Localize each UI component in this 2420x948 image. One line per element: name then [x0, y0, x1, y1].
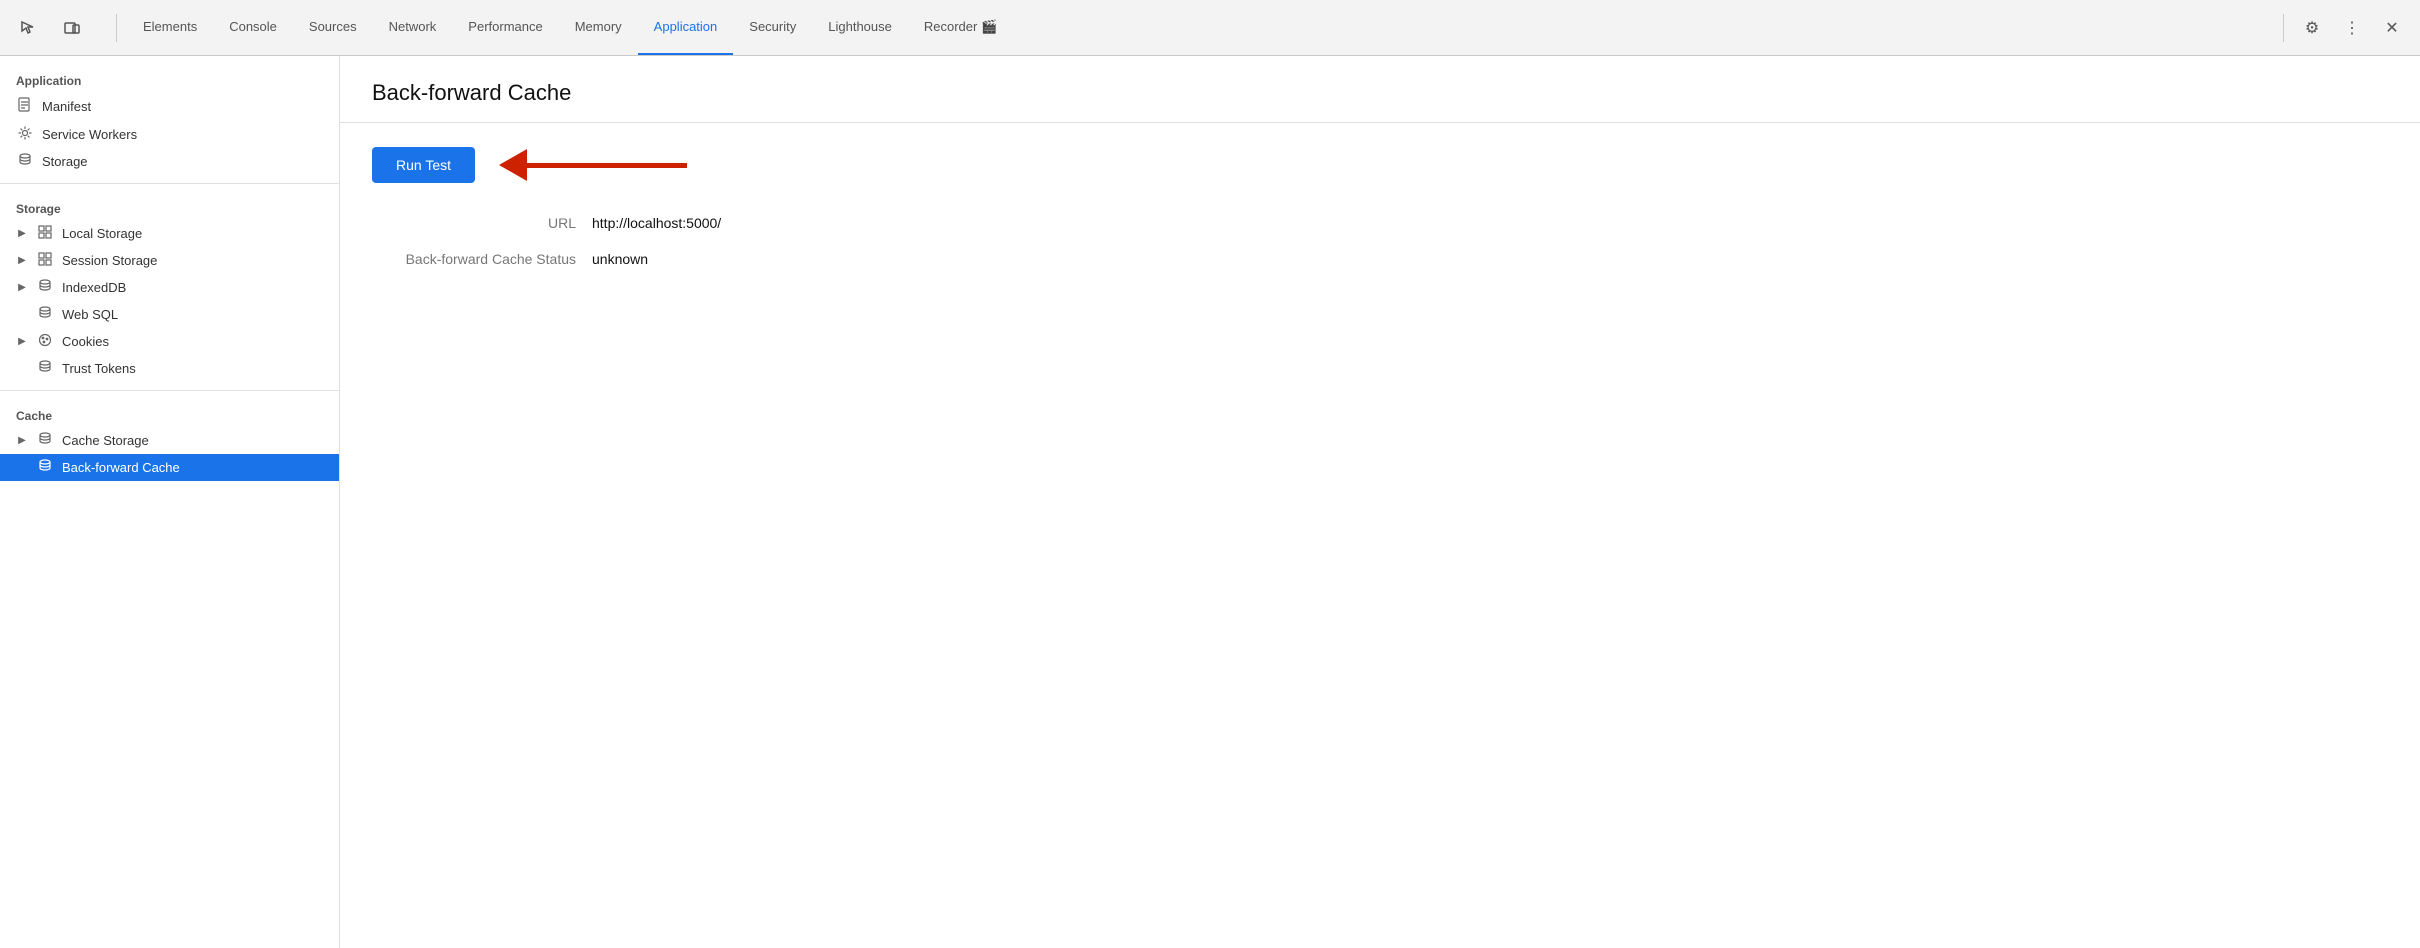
- sidebar-section-cache: Cache: [0, 399, 339, 427]
- content-body: Run Test URL http://localhost:5000/ Back…: [340, 123, 2420, 311]
- db-icon: [36, 360, 54, 377]
- sidebar-item-manifest[interactable]: Manifest: [0, 92, 339, 121]
- toolbar-right: ⚙ ⋮ ✕: [2277, 10, 2410, 46]
- toolbar-divider: [116, 14, 117, 42]
- cache-status-row: Back-forward Cache Status unknown: [372, 251, 2388, 267]
- page-title: Back-forward Cache: [340, 56, 2420, 123]
- sidebar-item-trust-tokens[interactable]: ▶ Trust Tokens: [0, 355, 339, 382]
- toolbar-divider-right: [2283, 14, 2284, 42]
- storage-icon: [16, 153, 34, 170]
- manifest-label: Manifest: [42, 99, 91, 114]
- sidebar-item-local-storage[interactable]: ▶ Local Storage: [0, 220, 339, 247]
- back-forward-cache-label: Back-forward Cache: [62, 460, 180, 475]
- sidebar-item-back-forward-cache[interactable]: ▶ Back-forward Cache: [0, 454, 339, 481]
- sidebar-item-cookies[interactable]: ▶ Cookies: [0, 328, 339, 355]
- url-label: URL: [372, 215, 592, 231]
- sidebar-item-indexeddb[interactable]: ▶ IndexedDB: [0, 274, 339, 301]
- db-icon: [36, 279, 54, 296]
- storage-label: Storage: [42, 154, 88, 169]
- sidebar-item-web-sql[interactable]: ▶ Web SQL: [0, 301, 339, 328]
- divider-2: [0, 390, 339, 391]
- db-icon: [36, 306, 54, 323]
- devtools-toolbar: Elements Console Sources Network Perform…: [0, 0, 2420, 56]
- sidebar-item-cache-storage[interactable]: ▶ Cache Storage: [0, 427, 339, 454]
- gear-icon: [16, 126, 34, 143]
- sidebar-section-storage: Storage: [0, 192, 339, 220]
- settings-button[interactable]: ⚙: [2294, 10, 2330, 46]
- chevron-right-icon: ▶: [16, 228, 28, 239]
- tab-sources[interactable]: Sources: [293, 0, 373, 55]
- run-test-row: Run Test: [372, 147, 2388, 183]
- close-button[interactable]: ✕: [2374, 10, 2410, 46]
- run-test-button[interactable]: Run Test: [372, 147, 475, 183]
- sidebar: Application Manifest Service Workers: [0, 56, 340, 948]
- sidebar-item-session-storage[interactable]: ▶ Session Storage: [0, 247, 339, 274]
- tab-memory[interactable]: Memory: [559, 0, 638, 55]
- trust-tokens-label: Trust Tokens: [62, 361, 136, 376]
- tab-console[interactable]: Console: [213, 0, 293, 55]
- chevron-right-icon: ▶: [16, 435, 28, 446]
- tab-security[interactable]: Security: [733, 0, 812, 55]
- db-icon-active: [36, 459, 54, 476]
- sidebar-item-storage[interactable]: Storage: [0, 148, 339, 175]
- tab-application[interactable]: Application: [638, 0, 734, 55]
- local-storage-label: Local Storage: [62, 226, 142, 241]
- devtools-body: Application Manifest Service Workers: [0, 56, 2420, 948]
- cookies-label: Cookies: [62, 334, 109, 349]
- cache-storage-label: Cache Storage: [62, 433, 149, 448]
- url-value: http://localhost:5000/: [592, 215, 721, 231]
- divider-1: [0, 183, 339, 184]
- grid-icon: [36, 225, 54, 242]
- chevron-right-icon: ▶: [16, 282, 28, 293]
- tab-list: Elements Console Sources Network Perform…: [127, 0, 2273, 55]
- sidebar-item-service-workers[interactable]: Service Workers: [0, 121, 339, 148]
- sidebar-section-application: Application: [0, 64, 339, 92]
- cookies-icon: [36, 333, 54, 350]
- run-test-arrow: [499, 149, 687, 181]
- main-content: Back-forward Cache Run Test URL http://l…: [340, 56, 2420, 948]
- indexeddb-label: IndexedDB: [62, 280, 126, 295]
- tab-network[interactable]: Network: [373, 0, 453, 55]
- cache-status-value: unknown: [592, 251, 648, 267]
- cache-status-label: Back-forward Cache Status: [372, 251, 592, 267]
- web-sql-label: Web SQL: [62, 307, 118, 322]
- chevron-right-icon: ▶: [16, 255, 28, 266]
- chevron-right-icon: ▶: [16, 336, 28, 347]
- db-icon: [36, 432, 54, 449]
- session-storage-label: Session Storage: [62, 253, 157, 268]
- grid-icon: [36, 252, 54, 269]
- tab-elements[interactable]: Elements: [127, 0, 213, 55]
- tab-performance[interactable]: Performance: [452, 0, 558, 55]
- service-workers-label: Service Workers: [42, 127, 137, 142]
- document-icon: [16, 97, 34, 116]
- tab-lighthouse[interactable]: Lighthouse: [812, 0, 908, 55]
- more-button[interactable]: ⋮: [2334, 10, 2370, 46]
- tab-recorder[interactable]: Recorder 🎬: [908, 0, 1013, 55]
- device-toggle-button[interactable]: [54, 10, 90, 46]
- url-row: URL http://localhost:5000/: [372, 215, 2388, 231]
- toolbar-icon-group: [10, 10, 90, 46]
- inspect-element-button[interactable]: [10, 10, 46, 46]
